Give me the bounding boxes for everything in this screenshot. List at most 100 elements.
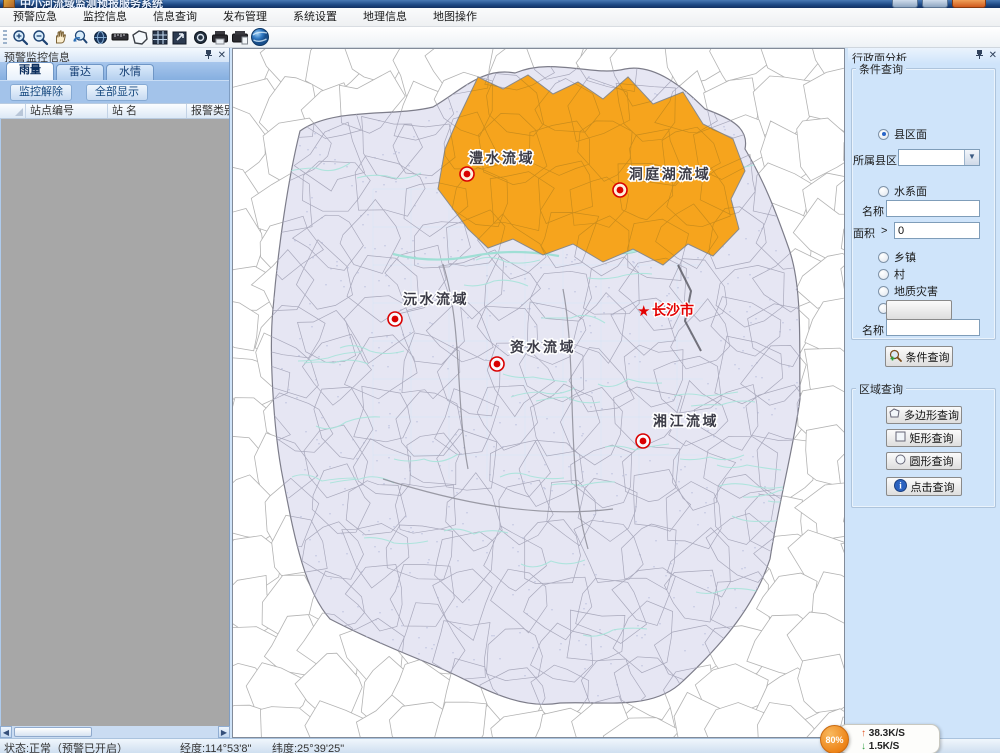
menu-monitor-info[interactable]: 监控信息	[70, 8, 140, 27]
basin-label-dongting: 洞庭湖流域	[629, 166, 712, 182]
select-polygon-icon[interactable]	[130, 28, 150, 47]
minimize-button[interactable]	[892, 0, 918, 8]
click-query-label: 点击查询	[911, 479, 955, 495]
polygon-query-label: 多边形查询	[904, 407, 959, 423]
warning-monitor-panel: 预警监控信息 ✕ 雨量 雷达 水情 监控解除 全部显示 站点编号	[0, 48, 230, 738]
radio-water-label: 水系面	[894, 183, 927, 199]
tab-rainfall[interactable]: 雨量	[6, 62, 54, 80]
sort-triangle-icon	[15, 108, 23, 116]
menu-map-operation[interactable]: 地图操作	[420, 8, 490, 27]
pin-icon[interactable]	[975, 49, 984, 63]
menu-info-query[interactable]: 信息查询	[140, 8, 210, 27]
rect-query-label: 矩形查询	[910, 430, 954, 446]
globe-icon[interactable]	[250, 28, 270, 47]
monitor-release-button[interactable]: 监控解除	[10, 84, 72, 101]
radio-geo-hazard[interactable]: 地质灾害	[878, 283, 938, 299]
radio-village[interactable]: 村	[878, 266, 905, 282]
upload-speed: 38.3K/S	[869, 728, 905, 739]
city-label-changsha[interactable]: 长沙市	[652, 302, 694, 318]
export-map-icon[interactable]	[170, 28, 190, 47]
condition-query-label: 条件查询	[906, 349, 950, 365]
area-input[interactable]	[894, 222, 980, 239]
menu-publish-manage[interactable]: 发布管理	[210, 8, 280, 27]
application-window: 中小河流域监测预报服务系统 预警应急 监控信息 信息查询 发布管理 系统设置 地…	[0, 0, 1000, 753]
polygon-icon	[889, 408, 900, 422]
radio-dot-icon	[878, 252, 889, 263]
county-label: 所属县区	[853, 152, 897, 168]
zoom-in-icon[interactable]	[10, 28, 30, 47]
close-button[interactable]	[952, 0, 986, 8]
radio-county-area[interactable]: 县区面	[878, 126, 927, 142]
tab-radar[interactable]: 雷达	[56, 64, 104, 80]
maximize-button[interactable]	[922, 0, 948, 8]
radio-county-label: 县区面	[894, 126, 927, 142]
zoom-out-icon[interactable]	[30, 28, 50, 47]
map-toolbar	[0, 27, 1000, 48]
toolbar-grip[interactable]	[3, 30, 7, 45]
attribute-table-icon[interactable]	[150, 28, 170, 47]
condition-group-legend: 条件查询	[856, 61, 906, 77]
area-label: 面积	[853, 225, 875, 241]
menu-system-settings[interactable]: 系统设置	[280, 8, 350, 27]
horizontal-scrollbar[interactable]: ◀ ▶	[0, 726, 230, 738]
station-table-header: 站点编号 站 名 报警类别	[0, 103, 229, 119]
county-combobox[interactable]: ▼	[898, 149, 980, 166]
print-icon[interactable]	[210, 28, 230, 47]
column-station-name[interactable]: 站 名	[108, 104, 187, 118]
click-query-button[interactable]: i 点击查询	[886, 477, 962, 496]
menu-geo-info[interactable]: 地理信息	[350, 8, 420, 27]
scroll-right-icon[interactable]: ▶	[218, 726, 230, 738]
info-icon: i	[894, 479, 907, 495]
basin-label-yuanshui: 沅水流域	[403, 291, 469, 307]
name2-input[interactable]	[886, 319, 980, 336]
latitude-readout: 纬度:25°39'25"	[272, 740, 344, 753]
print-preview-icon[interactable]	[230, 28, 250, 47]
show-all-button[interactable]: 全部显示	[86, 84, 148, 101]
admin-analysis-panel: 行政面分析 ✕ 条件查询 县区面 所属县区 ▼	[848, 48, 1000, 738]
chevron-down-icon[interactable]: ▼	[964, 150, 979, 165]
menu-warning-emergency[interactable]: 预警应急	[0, 8, 70, 27]
zoom-previous-icon[interactable]	[70, 28, 90, 47]
rectangle-icon	[895, 431, 906, 445]
station-marker[interactable]	[613, 183, 627, 197]
full-extent-icon[interactable]	[90, 28, 110, 47]
radio-village-label: 村	[894, 266, 905, 282]
network-speed-badge: ↑ 38.3K/S ↓ 1.5K/S	[838, 724, 940, 753]
radio-town[interactable]: 乡镇	[878, 249, 916, 265]
scroll-left-icon[interactable]: ◀	[0, 726, 12, 738]
condition-query-button[interactable]: 条件查询	[885, 346, 953, 367]
radio-water-system[interactable]: 水系面	[878, 183, 927, 199]
circle-query-label: 圆形查询	[910, 453, 954, 469]
pan-icon[interactable]	[50, 28, 70, 47]
radio-geo-hazard-label: 地质灾害	[894, 283, 938, 299]
tab-water-level[interactable]: 水情	[106, 64, 154, 80]
station-marker[interactable]	[460, 167, 474, 181]
name-label: 名称	[862, 203, 884, 219]
upload-arrow-icon: ↑	[861, 728, 866, 739]
station-marker[interactable]	[636, 434, 650, 448]
basin-label-lishui: 澧水流域	[469, 150, 535, 166]
name-input[interactable]	[886, 200, 980, 217]
close-panel-icon[interactable]: ✕	[218, 50, 226, 62]
left-panel-tabs: 雨量 雷达 水情	[0, 62, 229, 80]
column-alarm-type[interactable]: 报警类别	[187, 104, 229, 118]
sort-column-header[interactable]	[0, 104, 26, 118]
close-panel-icon[interactable]: ✕	[989, 50, 997, 62]
polygon-query-button[interactable]: 多边形查询	[886, 406, 962, 424]
station-table-body[interactable]	[1, 119, 229, 726]
column-station-id[interactable]: 站点编号	[26, 104, 108, 118]
menu-bar: 预警应急 监控信息 信息查询 发布管理 系统设置 地理信息 地图操作	[0, 8, 1000, 27]
radio-dot-icon	[878, 129, 889, 140]
overview-icon[interactable]	[190, 28, 210, 47]
map-canvas[interactable]: 澧水流域 洞庭湖流域 沅水流域 资水流域 湘江流域 ★ 长沙市	[232, 48, 845, 738]
rect-query-button[interactable]: 矩形查询	[886, 429, 962, 447]
station-marker[interactable]	[388, 312, 402, 326]
pin-icon[interactable]	[204, 49, 213, 63]
scrollbar-thumb[interactable]	[14, 727, 92, 737]
circle-query-button[interactable]: 圆形查询	[886, 452, 962, 470]
search-plus-icon	[889, 349, 902, 365]
condition-query-button[interactable]	[886, 300, 952, 320]
area-operator: >	[881, 225, 887, 237]
station-marker[interactable]	[490, 357, 504, 371]
measure-icon[interactable]	[110, 28, 130, 47]
